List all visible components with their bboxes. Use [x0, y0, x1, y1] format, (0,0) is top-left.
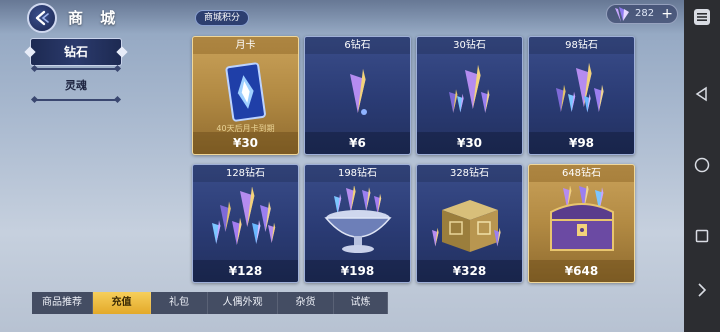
product-card[interactable]: 128钻石 ¥128: [192, 164, 299, 283]
product-name: 月卡: [193, 37, 298, 54]
triangle-back-icon: [695, 86, 707, 102]
bottom-tab-bar: 商品推荐 充值 礼包 人偶外观 杂货 试炼: [22, 292, 684, 316]
tab-misc[interactable]: 杂货: [278, 292, 334, 314]
product-name: 30钻石: [417, 37, 522, 54]
tab-doll-appearance[interactable]: 人偶外观: [208, 292, 278, 314]
tab-recommended[interactable]: 商品推荐: [32, 292, 93, 314]
diamond-bundle-icon: [305, 182, 410, 262]
price-label: ¥6: [305, 132, 410, 154]
shop-points-button[interactable]: 商城积分: [195, 10, 249, 26]
price-label: ¥98: [529, 132, 634, 154]
price-label: ¥328: [417, 260, 522, 282]
product-name: 98钻石: [529, 37, 634, 54]
tab-trial[interactable]: 试炼: [334, 292, 388, 314]
tab-gift-packs[interactable]: 礼包: [151, 292, 208, 314]
product-card[interactable]: 6钻石 ¥6: [304, 36, 411, 155]
price-label: ¥128: [193, 260, 298, 282]
sidebar-item-diamonds[interactable]: 钻石: [30, 38, 122, 66]
menu-button[interactable]: [684, 8, 720, 26]
price-label: ¥30: [417, 132, 522, 154]
tab-recharge[interactable]: 充值: [93, 292, 151, 314]
product-card[interactable]: 月卡 40天后月卡到期 ¥30: [192, 36, 299, 155]
product-name: 128钻石: [193, 165, 298, 182]
currency-display[interactable]: 282 +: [606, 4, 678, 24]
diamond-bundle-icon: [193, 182, 298, 262]
diamond-bundle-icon: [417, 54, 522, 134]
product-card[interactable]: 198钻石 ¥198: [304, 164, 411, 283]
add-currency-button[interactable]: +: [661, 6, 673, 22]
menu-icon: [694, 9, 710, 25]
diamond-bundle-icon: [305, 54, 410, 134]
product-card[interactable]: 30钻石 ¥30: [416, 36, 523, 155]
product-name: 6钻石: [305, 37, 410, 54]
nav-back-button[interactable]: [684, 86, 720, 102]
product-card[interactable]: 98钻石 ¥98: [528, 36, 635, 155]
sidebar-item-soul[interactable]: 灵魂: [30, 76, 122, 96]
diamond-bundle-icon: [529, 182, 634, 262]
diamond-bundle-icon: [529, 54, 634, 134]
diamond-icon: [615, 7, 629, 22]
divider: [34, 99, 118, 101]
chevron-right-icon: [698, 283, 707, 297]
monthly-card-icon: [193, 54, 298, 134]
product-name: 198钻石: [305, 165, 410, 182]
nav-expand-button[interactable]: [684, 282, 720, 298]
square-recent-icon: [695, 229, 709, 243]
product-name: 648钻石: [529, 165, 634, 182]
price-label: ¥30: [193, 132, 298, 154]
back-arrow-icon: [35, 10, 49, 26]
back-button[interactable]: [27, 3, 57, 33]
currency-amount: 282: [635, 8, 655, 19]
nav-home-button[interactable]: [684, 157, 720, 173]
system-nav-bar: [684, 0, 720, 332]
circle-home-icon: [694, 157, 710, 173]
divider: [34, 68, 118, 70]
price-label: ¥198: [305, 260, 410, 282]
product-card[interactable]: 648钻石 ¥648: [528, 164, 635, 283]
page-title: 商 城: [68, 9, 122, 27]
nav-recent-button[interactable]: [684, 228, 720, 244]
price-label: ¥648: [529, 260, 634, 282]
product-card[interactable]: 328钻石 ¥328: [416, 164, 523, 283]
product-name: 328钻石: [417, 165, 522, 182]
diamond-bundle-icon: [417, 182, 522, 262]
